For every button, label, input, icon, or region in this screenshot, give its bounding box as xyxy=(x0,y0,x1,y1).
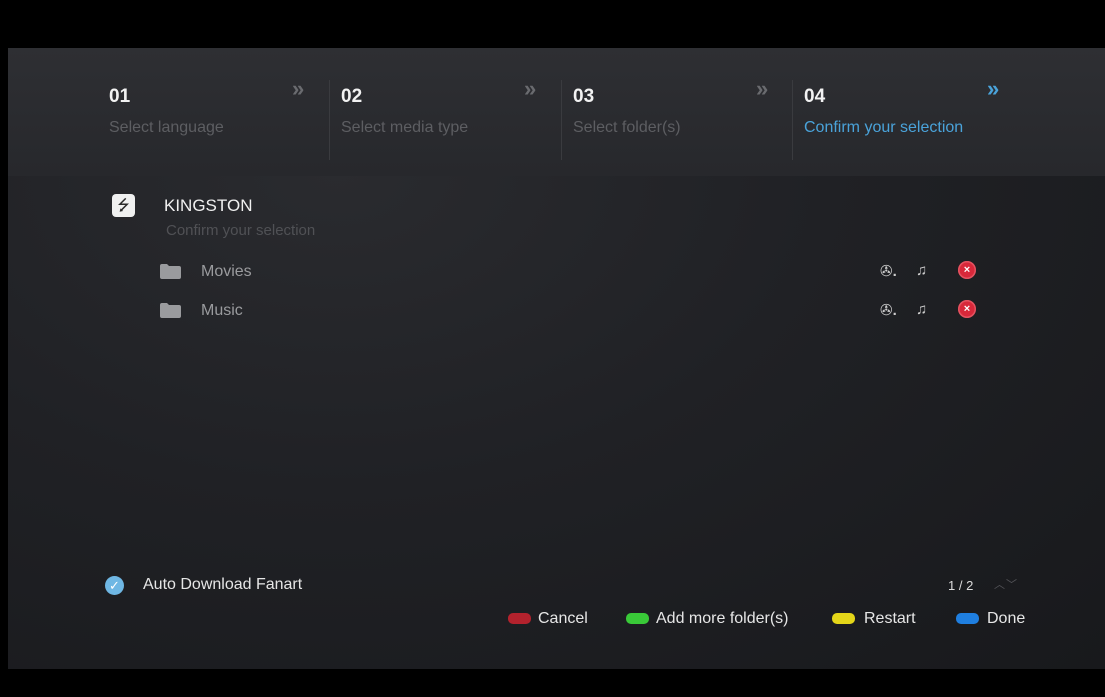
step-number: 04 xyxy=(804,86,826,107)
green-key-icon xyxy=(626,613,649,624)
step-number: 01 xyxy=(109,86,131,107)
yellow-key-icon xyxy=(832,613,855,624)
film-reel-icon[interactable]: ✇. xyxy=(880,301,897,319)
remove-icon[interactable]: × xyxy=(958,300,976,318)
remove-icon[interactable]: × xyxy=(958,261,976,279)
music-note-icon[interactable]: ♫ xyxy=(916,262,927,279)
folder-media-icons: ✇. ♫ × xyxy=(880,300,990,324)
red-key-icon xyxy=(508,613,531,624)
music-note-icon[interactable]: ♫ xyxy=(916,301,927,318)
step-1[interactable]: 01 Select language » xyxy=(109,48,331,176)
folder-row-movies[interactable]: Movies ✇. ♫ × xyxy=(160,261,990,285)
chevron-right-icon: » xyxy=(987,76,999,101)
legend-label: Done xyxy=(987,610,1026,627)
step-divider xyxy=(561,80,562,160)
checkmark-icon[interactable]: ✓ xyxy=(105,576,124,595)
page-arrows-icon[interactable]: ︿﹀ xyxy=(994,576,1018,592)
setup-wizard-screen: 01 Select language » 02 Select media typ… xyxy=(8,48,1105,669)
step-divider xyxy=(792,80,793,160)
blue-key-icon xyxy=(956,613,979,624)
step-label: Select folder(s) xyxy=(573,119,681,136)
step-number: 03 xyxy=(573,86,595,107)
step-label: Select media type xyxy=(341,119,469,136)
page-indicator: 1 / 2 xyxy=(948,578,974,593)
wizard-steps-bar: 01 Select language » 02 Select media typ… xyxy=(8,48,1105,176)
folder-media-icons: ✇. ♫ × xyxy=(880,261,990,285)
film-reel-icon[interactable]: ✇. xyxy=(880,262,897,280)
folder-icon xyxy=(160,264,181,279)
legend-label: Cancel xyxy=(538,610,588,627)
legend-label: Add more folder(s) xyxy=(656,610,789,627)
auto-download-label: Auto Download Fanart xyxy=(143,576,303,593)
device-name: KINGSTON xyxy=(164,196,253,215)
chevron-right-icon: » xyxy=(292,76,304,101)
step-2[interactable]: 02 Select media type » xyxy=(341,48,563,176)
step-divider xyxy=(329,80,330,160)
step-label: Confirm your selection xyxy=(804,119,964,136)
folder-name: Movies xyxy=(201,263,252,280)
step-label: Select language xyxy=(109,119,224,136)
chevron-right-icon: » xyxy=(524,76,536,101)
step-3[interactable]: 03 Select folder(s) » xyxy=(573,48,795,176)
folder-name: Music xyxy=(201,302,243,319)
step-number: 02 xyxy=(341,86,363,107)
chevron-right-icon: » xyxy=(756,76,768,101)
folder-icon xyxy=(160,303,181,318)
step-4[interactable]: 04 Confirm your selection » xyxy=(804,48,1026,176)
device-subtitle: Confirm your selection xyxy=(166,222,316,239)
folder-row-music[interactable]: Music ✇. ♫ × xyxy=(160,300,990,324)
usb-icon: ⭍ xyxy=(112,194,135,217)
legend-label: Restart xyxy=(864,610,916,627)
